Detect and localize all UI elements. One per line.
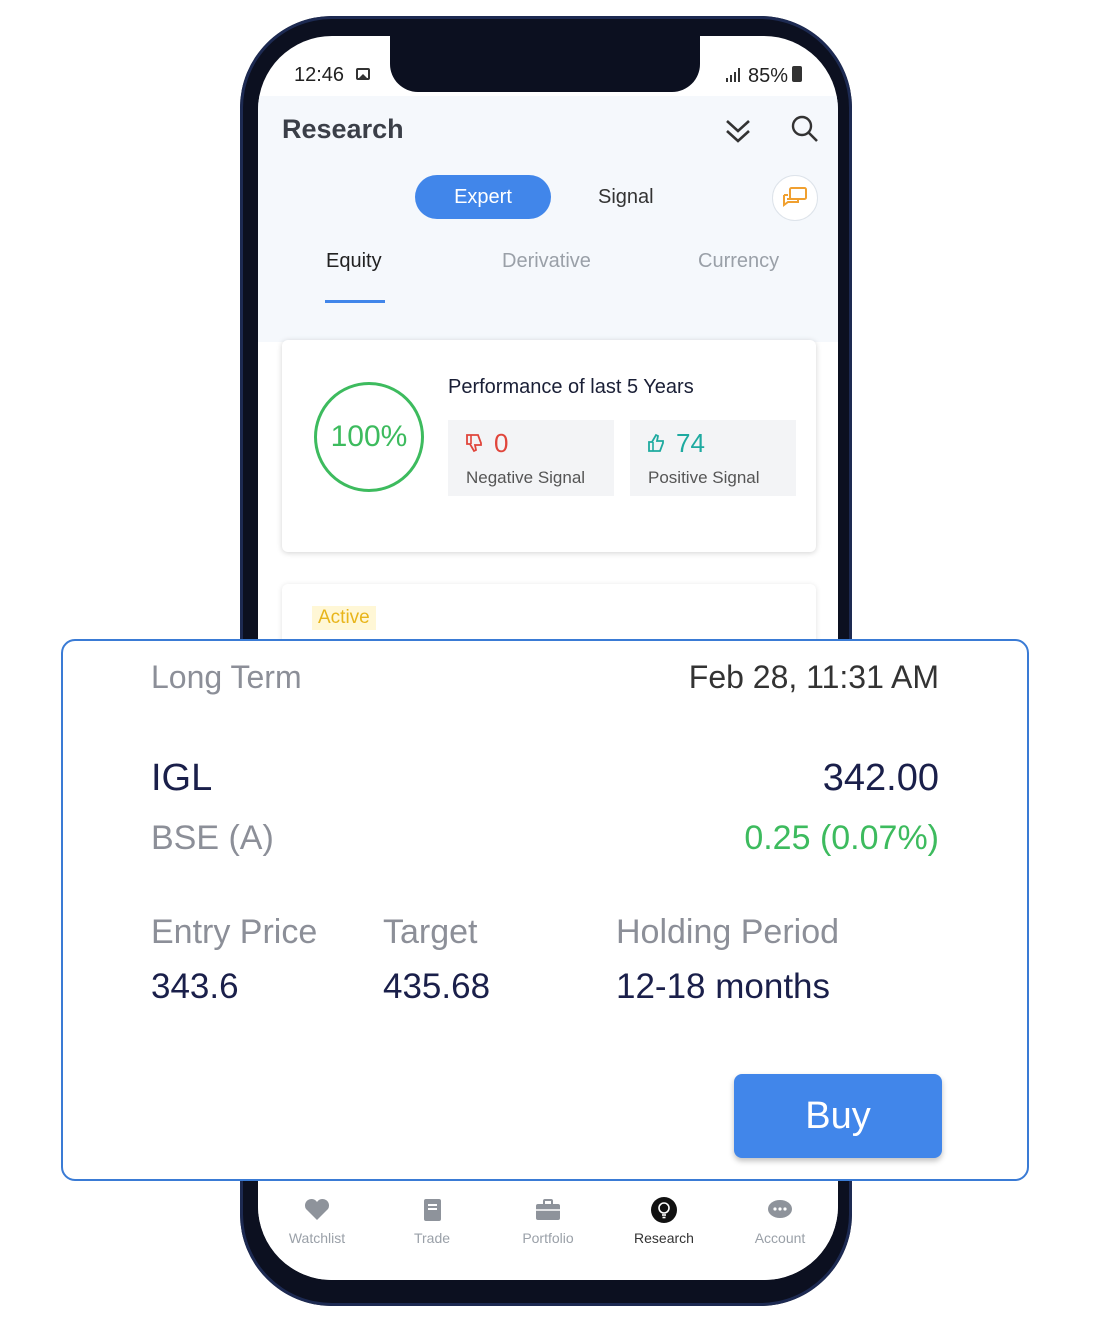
stock-symbol: IGL xyxy=(151,757,213,799)
nav-label-watchlist: Watchlist xyxy=(288,1230,346,1246)
status-time: 12:46 xyxy=(294,64,345,86)
gallery-icon xyxy=(356,68,370,80)
price-change: 0.25 (0.07%) xyxy=(744,819,939,857)
tab-derivative[interactable]: Derivative xyxy=(502,250,591,273)
nav-label-portfolio: Portfolio xyxy=(522,1230,574,1246)
tab-equity[interactable]: Equity xyxy=(326,250,382,273)
phone-notch xyxy=(390,36,700,92)
page-title: Research xyxy=(282,114,404,144)
call-datetime: Feb 28, 11:31 AM xyxy=(688,659,939,695)
battery-icon xyxy=(792,66,802,82)
negative-signal-label: Negative Signal xyxy=(466,468,586,487)
briefcase-icon xyxy=(536,1199,560,1220)
holding-period-label: Holding Period xyxy=(616,913,840,951)
battery-percent: 85% xyxy=(748,65,789,87)
nav-item-account[interactable]: Account xyxy=(730,1196,830,1246)
negative-signal-box[interactable]: 0 Negative Signal xyxy=(448,420,614,496)
nav-label-trade: Trade xyxy=(413,1230,451,1246)
performance-title: Performance of last 5 Years xyxy=(448,376,694,398)
nav-label-research: Research xyxy=(634,1230,694,1246)
holding-period-value: 12-18 months xyxy=(616,967,831,1006)
chat-bubble-icon xyxy=(768,1200,792,1218)
search-icon[interactable] xyxy=(790,114,820,144)
status-badge: Active xyxy=(312,606,376,630)
positive-signal-label: Positive Signal xyxy=(648,468,760,487)
nav-item-portfolio[interactable]: Portfolio xyxy=(498,1196,598,1246)
positive-signal-box[interactable]: 74 Positive Signal xyxy=(630,420,796,496)
lightbulb-icon xyxy=(651,1197,677,1223)
toggle-expert[interactable]: Expert xyxy=(415,175,551,219)
nav-item-research[interactable]: Research xyxy=(614,1196,714,1246)
chat-button[interactable] xyxy=(772,175,818,221)
thumbs-down-icon xyxy=(466,434,482,453)
tab-active-indicator xyxy=(325,300,385,303)
buy-button[interactable]: Buy xyxy=(734,1074,942,1158)
entry-price-label: Entry Price xyxy=(151,913,318,951)
call-term: Long Term xyxy=(151,659,302,695)
nav-label-account: Account xyxy=(754,1230,806,1246)
tab-currency[interactable]: Currency xyxy=(698,250,779,273)
nav-item-watchlist[interactable]: Watchlist xyxy=(267,1196,367,1246)
positive-signal-count: 74 xyxy=(676,428,705,458)
toggle-signal[interactable]: Signal xyxy=(598,186,654,209)
target-label: Target xyxy=(383,913,478,951)
double-chevron-down-icon[interactable] xyxy=(724,116,752,146)
entry-price-value: 343.6 xyxy=(151,967,239,1006)
bottom-nav: Watchlist Trade Portfolio Research Accou… xyxy=(258,1182,838,1280)
performance-ring: 100% xyxy=(314,382,424,492)
call-detail-card[interactable]: Long Term Feb 28, 11:31 AM IGL 342.00 BS… xyxy=(61,639,1029,1181)
heart-icon xyxy=(304,1198,330,1220)
thumbs-up-icon xyxy=(648,433,664,452)
stock-exchange: BSE (A) xyxy=(151,819,274,857)
negative-signal-count: 0 xyxy=(494,428,509,458)
stock-price: 342.00 xyxy=(822,757,939,799)
performance-card: 100% Performance of last 5 Years 0 Negat… xyxy=(282,340,816,552)
signal-icon xyxy=(726,68,742,82)
chat-icon xyxy=(783,187,807,207)
book-icon xyxy=(424,1199,441,1221)
nav-item-trade[interactable]: Trade xyxy=(382,1196,482,1246)
target-value: 435.68 xyxy=(383,967,491,1006)
